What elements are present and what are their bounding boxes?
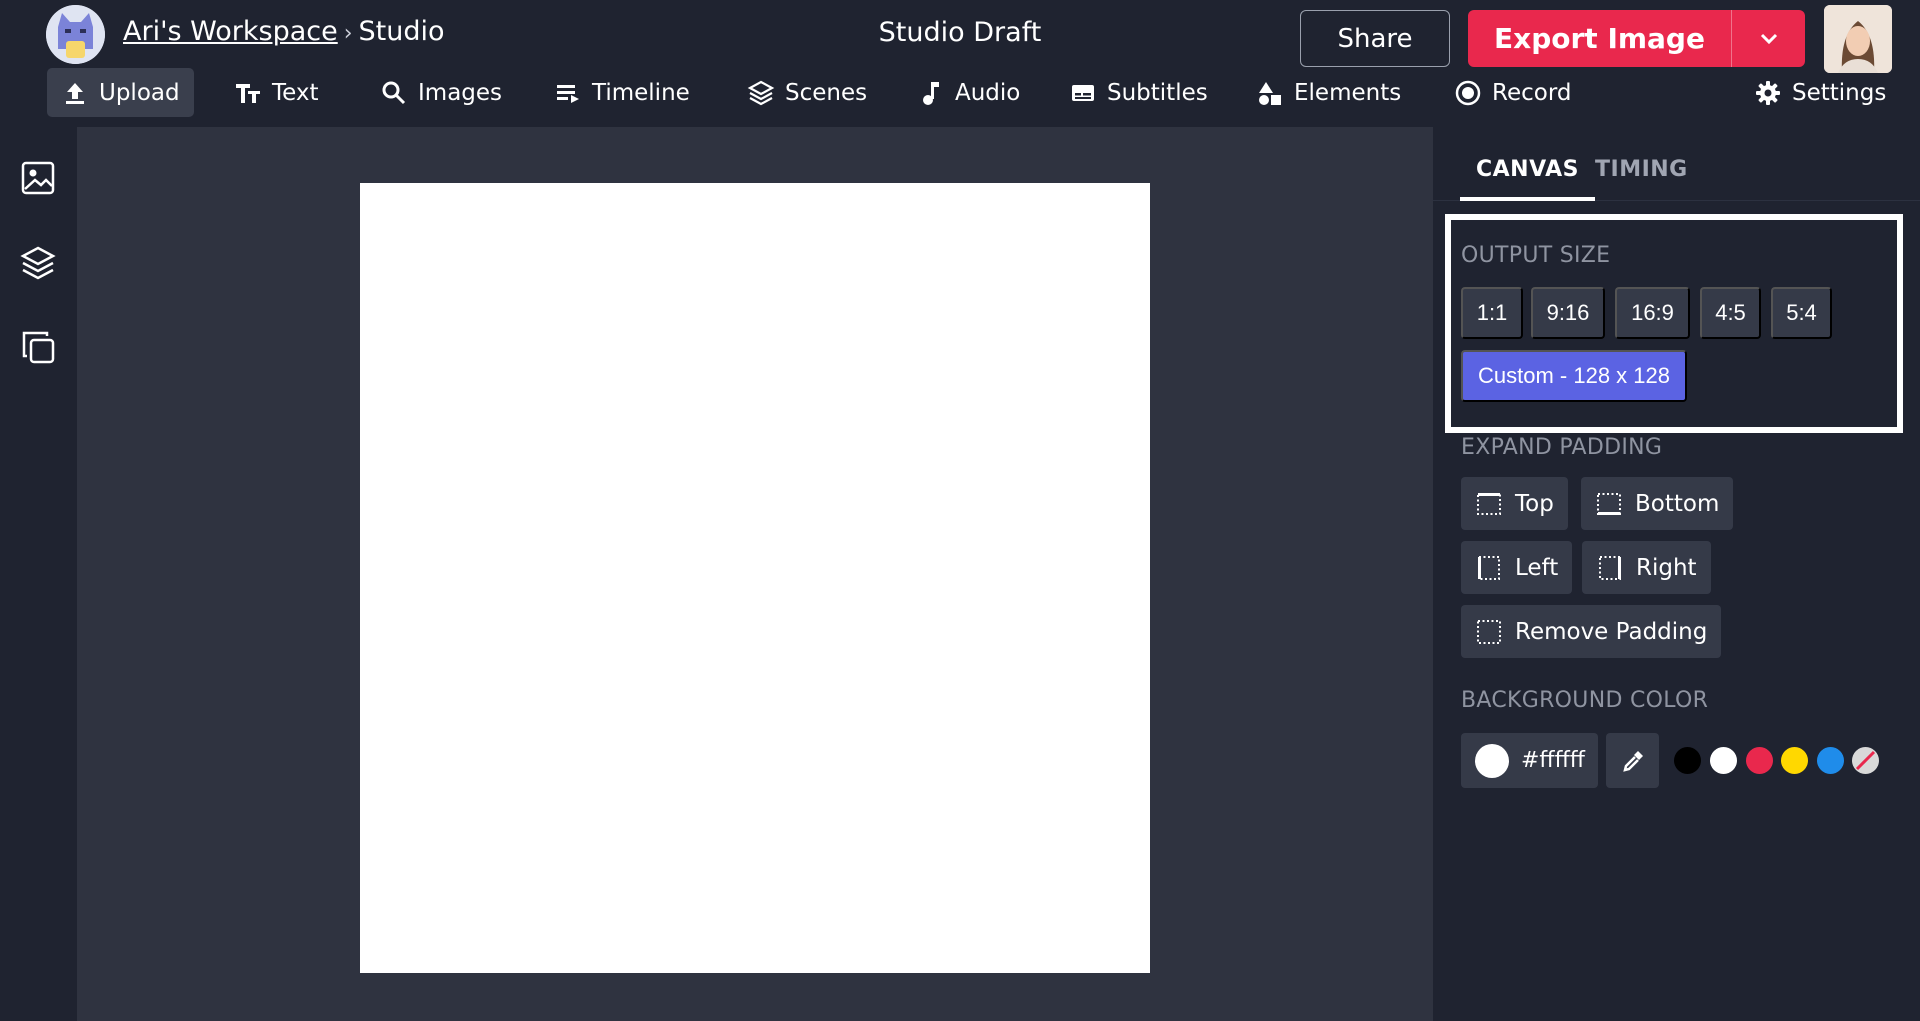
toolbar-upload[interactable]: Upload (47, 68, 194, 117)
breadcrumb: Ari's Workspace › Studio (123, 14, 445, 52)
custom-size-button[interactable]: Custom - 128 x 128 (1461, 350, 1687, 402)
ratio-16-9-button[interactable]: 16:9 (1615, 287, 1690, 339)
swatch-red[interactable] (1746, 747, 1773, 774)
panel-tabs: CANVAS TIMING (1433, 127, 1920, 201)
document-title[interactable]: Studio Draft (740, 15, 1180, 51)
background-color-field[interactable]: #ffffff (1461, 733, 1598, 788)
toolbar-images[interactable]: Images (366, 68, 516, 117)
toolbar-timeline[interactable]: Timeline (540, 68, 704, 117)
pad-bottom-label: Bottom (1635, 490, 1720, 517)
export-image-button[interactable]: Export Image (1468, 10, 1731, 67)
swatch-blue[interactable] (1817, 747, 1844, 774)
swatch-black[interactable] (1674, 747, 1701, 774)
text-icon (236, 83, 260, 103)
rail-media-button[interactable] (16, 156, 60, 200)
padding-right-icon (1599, 555, 1621, 580)
image-icon (21, 161, 55, 195)
music-note-icon (923, 81, 939, 105)
toolbar-audio[interactable]: Audio (903, 68, 1034, 117)
toolbar-settings[interactable]: Settings (1740, 68, 1900, 117)
upload-icon (66, 82, 84, 104)
toolbar-scenes[interactable]: Scenes (733, 68, 881, 117)
breadcrumb-separator: › (343, 21, 353, 46)
timeline-icon (557, 84, 579, 103)
top-header: Ari's Workspace › Studio Studio Draft Shar… (0, 0, 1920, 127)
layers-icon (20, 246, 56, 280)
user-avatar[interactable] (1824, 5, 1892, 73)
artboard[interactable] (360, 183, 1150, 973)
toolbar-upload-label: Upload (99, 79, 180, 106)
export-dropdown-button[interactable] (1731, 10, 1805, 67)
pad-right-button[interactable]: Right (1582, 541, 1711, 594)
toolbar-subtitles-label: Subtitles (1107, 79, 1208, 106)
ratio-5-4-button[interactable]: 5:4 (1771, 287, 1832, 339)
toolbar-record-label: Record (1492, 79, 1572, 106)
toolbar-elements[interactable]: Elements (1242, 68, 1415, 117)
remove-padding-label: Remove Padding (1515, 618, 1708, 645)
copy-icon (22, 331, 55, 364)
record-icon (1455, 80, 1481, 105)
canvas-area (77, 127, 1433, 1021)
subtitles-icon (1072, 84, 1094, 101)
ratio-4-5-button[interactable]: 4:5 (1700, 287, 1761, 339)
pad-left-label: Left (1515, 554, 1559, 581)
toolbar-audio-label: Audio (955, 79, 1021, 106)
no-color-icon (1852, 747, 1879, 774)
toolbar-record[interactable]: Record (1440, 68, 1585, 117)
output-size-label: OUTPUT SIZE (1461, 243, 1611, 268)
gear-icon (1756, 80, 1780, 105)
workspace-logo[interactable] (46, 5, 105, 64)
export-split-button: Export Image (1468, 10, 1805, 67)
share-button[interactable]: Share (1300, 10, 1450, 67)
ratio-9-16-button[interactable]: 9:16 (1531, 287, 1605, 339)
tab-canvas[interactable]: CANVAS (1460, 157, 1595, 201)
toolbar-images-label: Images (418, 79, 503, 106)
layers-icon (747, 80, 775, 105)
breadcrumb-current: Studio (358, 16, 445, 47)
toolbar-text[interactable]: Text (220, 68, 333, 117)
padding-left-icon (1478, 555, 1500, 580)
ratio-1-1-button[interactable]: 1:1 (1461, 287, 1523, 339)
toolbar-subtitles[interactable]: Subtitles (1055, 68, 1222, 117)
toolbar-scenes-label: Scenes (785, 79, 868, 106)
pad-right-label: Right (1636, 554, 1697, 581)
rail-copy-button[interactable] (16, 325, 60, 369)
eyedropper-icon (1622, 750, 1643, 772)
background-color-value: #ffffff (1521, 748, 1585, 773)
toolbar-timeline-label: Timeline (592, 79, 690, 106)
workspace-link[interactable]: Ari's Workspace (123, 16, 338, 47)
padding-none-icon (1477, 619, 1501, 644)
tab-timing[interactable]: TIMING (1579, 157, 1704, 201)
swatch-yellow[interactable] (1781, 747, 1808, 774)
pad-bottom-button[interactable]: Bottom (1581, 477, 1734, 530)
toolbar-text-label: Text (272, 79, 319, 106)
shapes-icon (1259, 81, 1281, 105)
eyedropper-button[interactable] (1606, 733, 1659, 788)
pad-top-label: Top (1515, 490, 1554, 517)
padding-bottom-icon (1597, 492, 1621, 515)
main-toolbar: Upload Text Images Timeline Scenes Audio… (0, 68, 1920, 118)
toolbar-elements-label: Elements (1294, 79, 1402, 106)
padding-top-icon (1477, 492, 1501, 515)
current-color-preview (1475, 743, 1509, 778)
rail-layers-button[interactable] (16, 241, 60, 285)
pad-top-button[interactable]: Top (1461, 477, 1568, 530)
swatch-white[interactable] (1710, 747, 1737, 774)
search-icon (382, 81, 406, 104)
chevron-down-icon (1760, 33, 1777, 44)
swatch-transparent[interactable] (1852, 747, 1879, 774)
properties-panel: CANVAS TIMING OUTPUT SIZE 1:1 9:16 16:9 … (1433, 127, 1920, 1021)
pad-left-button[interactable]: Left (1461, 541, 1573, 594)
remove-padding-button[interactable]: Remove Padding (1461, 605, 1722, 658)
toolbar-settings-label: Settings (1792, 79, 1887, 106)
background-color-label: BACKGROUND COLOR (1461, 688, 1709, 713)
expand-padding-label: EXPAND PADDING (1461, 435, 1663, 460)
left-rail (0, 127, 77, 1021)
